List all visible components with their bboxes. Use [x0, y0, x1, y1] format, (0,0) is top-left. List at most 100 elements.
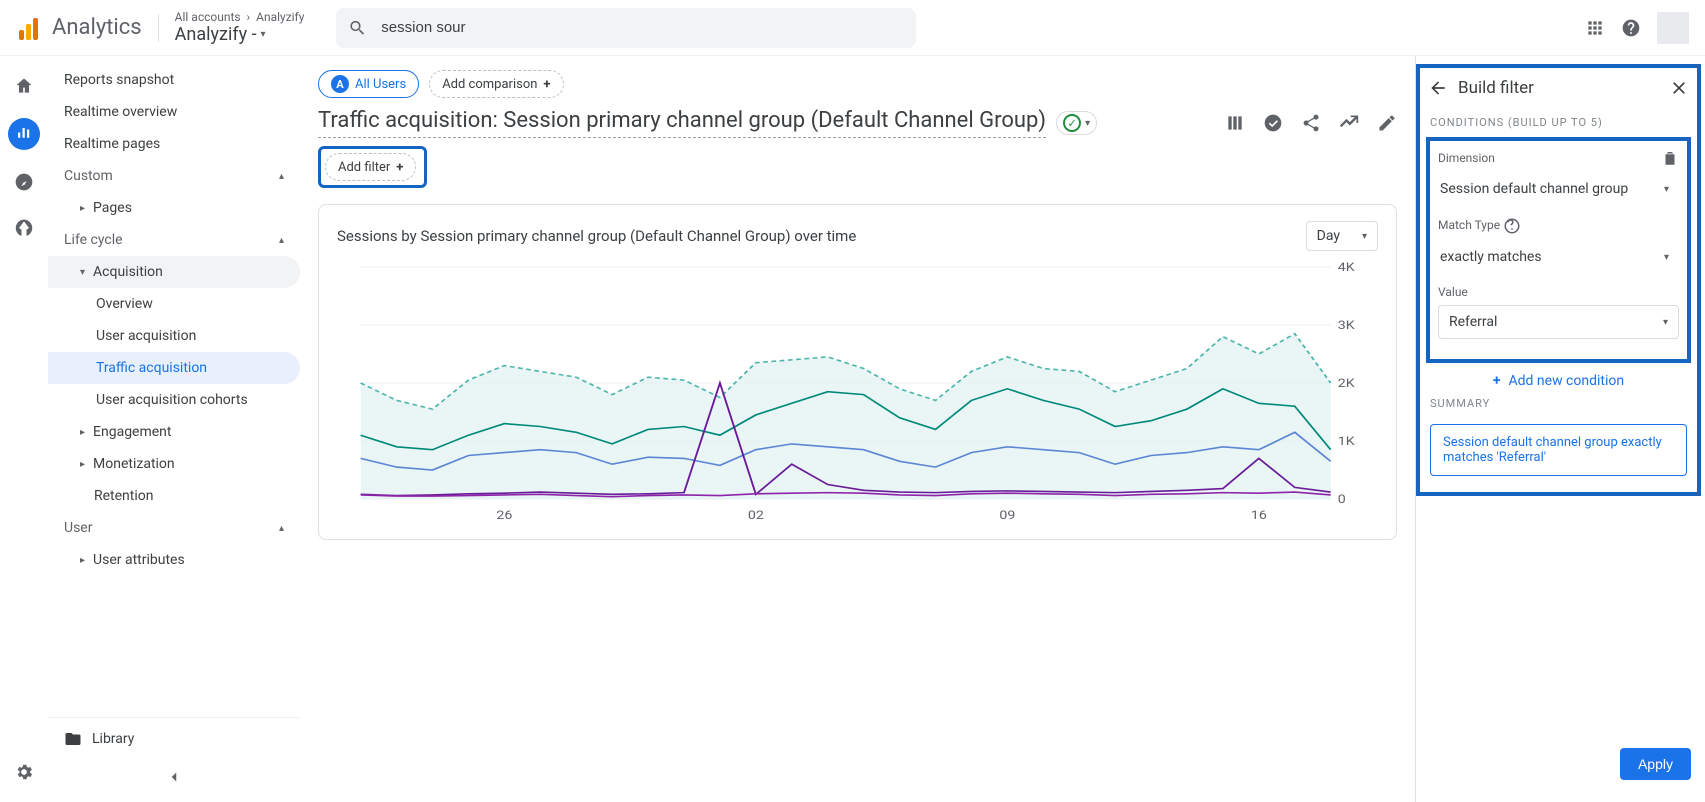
dimension-select[interactable]: Session default channel group ▾: [1438, 173, 1679, 205]
collapse-sidebar[interactable]: [48, 760, 300, 802]
share-icon[interactable]: [1301, 113, 1321, 133]
folder-icon: [64, 730, 82, 748]
breadcrumb-all-accounts[interactable]: All accounts: [175, 10, 241, 24]
add-condition-label: Add new condition: [1509, 373, 1625, 389]
gear-icon[interactable]: [10, 758, 38, 786]
nav-monetization[interactable]: ▸ Monetization: [48, 448, 300, 480]
user-avatar[interactable]: [1657, 12, 1689, 44]
home-icon[interactable]: [10, 72, 38, 100]
nav-acquisition[interactable]: ▾ Acquisition: [48, 256, 300, 288]
summary-section-label: SUMMARY: [1426, 393, 1691, 418]
property-name: Analyzify -: [175, 24, 257, 46]
plus-icon: +: [1493, 373, 1501, 389]
nav-retention[interactable]: Retention: [48, 480, 300, 512]
property-selector[interactable]: All accounts › Analyzify Analyzify - ▾: [175, 10, 305, 46]
chevron-down-icon: ▾: [80, 267, 85, 278]
add-condition-button[interactable]: + Add new condition: [1426, 363, 1691, 393]
all-users-chip[interactable]: A All Users: [318, 70, 419, 98]
divider: [158, 14, 159, 42]
svg-text:3K: 3K: [1338, 319, 1356, 333]
nav-group-user[interactable]: User ▴: [48, 512, 300, 544]
condition-editor: Dimension Session default channel group …: [1426, 137, 1691, 363]
caret-down-icon: ▾: [1664, 252, 1669, 263]
dimension-value: Session default channel group: [1440, 181, 1628, 197]
nav-engagement-label: Engagement: [93, 424, 171, 440]
close-icon[interactable]: [1669, 78, 1689, 98]
value-select[interactable]: Referral ▾: [1438, 305, 1679, 339]
line-chart: 01K2K3K4K26020916: [337, 257, 1378, 531]
chevron-up-icon: ▴: [279, 235, 284, 246]
svg-text:0: 0: [1338, 493, 1346, 507]
nav-acq-user[interactable]: User acquisition: [48, 320, 300, 352]
nav-engagement[interactable]: ▸ Engagement: [48, 416, 300, 448]
nav-realtime-pages[interactable]: Realtime pages: [48, 128, 300, 160]
chevron-left-icon: [165, 768, 183, 786]
svg-text:26: 26: [496, 509, 512, 523]
svg-text:02: 02: [748, 509, 764, 523]
trend-icon[interactable]: [1339, 113, 1359, 133]
nav-custom-label: Custom: [64, 168, 113, 184]
chevron-right-icon: ▸: [80, 555, 85, 566]
granularity-selector[interactable]: Day ▾: [1306, 221, 1378, 251]
apply-button[interactable]: Apply: [1620, 748, 1691, 780]
match-type-select[interactable]: exactly matches ▾: [1438, 241, 1679, 273]
nav-library[interactable]: Library: [48, 717, 300, 760]
audience-badge-icon: A: [331, 75, 349, 93]
nav-group-lifecycle[interactable]: Life cycle ▴: [48, 224, 300, 256]
match-type-value: exactly matches: [1440, 249, 1542, 265]
back-arrow-icon[interactable]: [1428, 78, 1448, 98]
nav-monetization-label: Monetization: [93, 456, 175, 472]
caret-down-icon: ▾: [1362, 231, 1367, 242]
nav-realtime-overview[interactable]: Realtime overview: [48, 96, 300, 128]
nav-group-custom[interactable]: Custom ▴: [48, 160, 300, 192]
reports-icon[interactable]: [8, 118, 40, 150]
caret-down-icon: ▾: [1663, 317, 1668, 328]
nav-pages-label: Pages: [93, 200, 132, 216]
svg-text:09: 09: [999, 509, 1015, 523]
apps-icon[interactable]: [1585, 18, 1605, 38]
value-label: Value: [1438, 285, 1468, 299]
add-filter-label: Add filter: [338, 160, 390, 175]
nav-acq-overview[interactable]: Overview: [48, 288, 300, 320]
sessions-over-time-card: Sessions by Session primary channel grou…: [318, 204, 1397, 540]
nav-reports-snapshot[interactable]: Reports snapshot: [48, 64, 300, 96]
edit-pencil-icon[interactable]: [1377, 113, 1397, 133]
conditions-section-label: CONDITIONS (BUILD UP TO 5): [1426, 112, 1691, 137]
advertising-icon[interactable]: [10, 214, 38, 242]
nav-user-label: User: [64, 520, 92, 536]
nav-pages[interactable]: ▸ Pages: [48, 192, 300, 224]
breadcrumb-account[interactable]: Analyzify: [256, 10, 304, 24]
help-icon[interactable]: [1621, 18, 1641, 38]
app-header: Analytics All accounts › Analyzify Analy…: [0, 0, 1705, 56]
nav-library-label: Library: [92, 731, 134, 747]
caret-down-icon: ▾: [1085, 118, 1090, 129]
nav-acq-cohorts[interactable]: User acquisition cohorts: [48, 384, 300, 416]
nav-user-attr-label: User attributes: [93, 552, 185, 568]
delete-icon[interactable]: [1661, 149, 1679, 167]
chevron-right-icon: ▸: [80, 427, 85, 438]
plus-icon: +: [543, 77, 550, 92]
build-filter-panel: Build filter CONDITIONS (BUILD UP TO 5) …: [1415, 56, 1705, 802]
add-filter-button[interactable]: Add filter +: [325, 153, 416, 181]
svg-text:16: 16: [1251, 509, 1267, 523]
nav-acq-traffic[interactable]: Traffic acquisition: [48, 352, 300, 384]
check-circle-icon: ✓: [1063, 114, 1081, 132]
value-value: Referral: [1449, 314, 1497, 330]
analytics-logo-icon: [16, 16, 40, 40]
brand-name: Analytics: [52, 15, 142, 40]
customize-columns-icon[interactable]: [1225, 113, 1245, 133]
granularity-label: Day: [1317, 228, 1340, 244]
search-input[interactable]: [379, 18, 904, 37]
add-comparison-button[interactable]: Add comparison +: [429, 70, 563, 98]
match-type-label: Match Type: [1438, 218, 1500, 232]
plus-icon: +: [396, 160, 403, 175]
add-comparison-label: Add comparison: [442, 77, 537, 92]
nav-user-attributes[interactable]: ▸ User attributes: [48, 544, 300, 576]
explore-icon[interactable]: [10, 168, 38, 196]
chevron-up-icon: ▴: [279, 171, 284, 182]
insights-icon[interactable]: [1263, 113, 1283, 133]
card-title: Sessions by Session primary channel grou…: [337, 227, 856, 245]
help-outline-icon[interactable]: [1503, 217, 1521, 235]
search-box[interactable]: [336, 8, 916, 48]
data-quality-status[interactable]: ✓ ▾: [1056, 111, 1097, 135]
